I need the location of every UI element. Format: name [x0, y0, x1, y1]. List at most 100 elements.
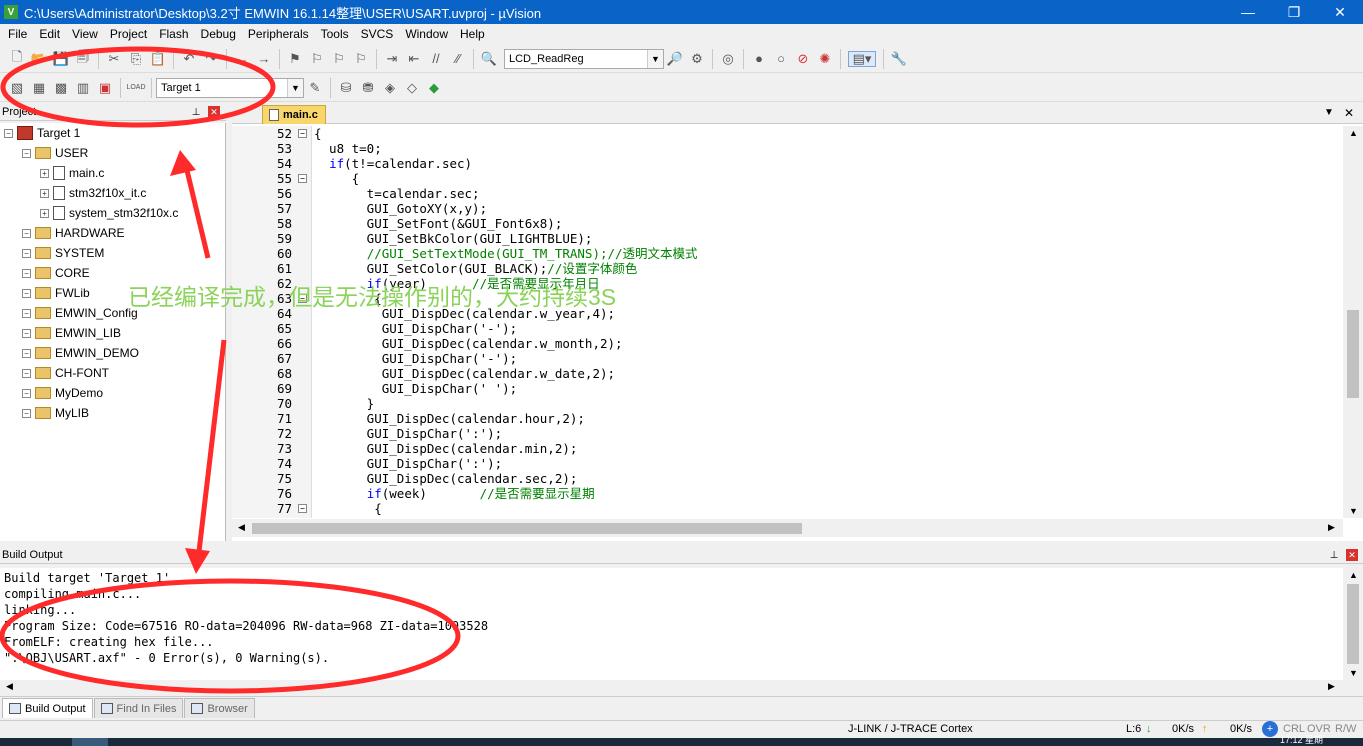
- menu-item-file[interactable]: File: [2, 27, 33, 41]
- bookmark-icon[interactable]: ⚑: [287, 51, 303, 67]
- tab-main-c[interactable]: main.c: [262, 105, 326, 124]
- nav-forward-icon[interactable]: →: [256, 51, 272, 67]
- code-line[interactable]: 71 GUI_DispDec(calendar.hour,2);: [232, 411, 1342, 426]
- menu-item-tools[interactable]: Tools: [315, 27, 355, 41]
- tree-item-emwin-lib[interactable]: − EMWIN_LIB: [22, 323, 121, 343]
- tree-item-ch-font[interactable]: − CH-FONT: [22, 363, 109, 383]
- code-line[interactable]: 54 if(t!=calendar.sec): [232, 156, 1342, 171]
- fold-toggle-icon[interactable]: −: [298, 174, 307, 183]
- code-line[interactable]: 67 GUI_DispChar('-');: [232, 351, 1342, 366]
- debug-start-icon[interactable]: ◎: [720, 51, 736, 67]
- code-line[interactable]: 69 GUI_DispChar(' ');: [232, 381, 1342, 396]
- tree-item-target-1[interactable]: − Target 1: [4, 123, 80, 143]
- bookmark-next-icon[interactable]: ⚐: [331, 51, 347, 67]
- menu-item-svcs[interactable]: SVCS: [355, 27, 400, 41]
- code-line[interactable]: 53 u8 t=0;: [232, 141, 1342, 156]
- paste-icon[interactable]: 📋: [150, 51, 166, 67]
- scroll-left-icon[interactable]: ◀: [238, 522, 245, 533]
- cut-icon[interactable]: ✂: [106, 51, 122, 67]
- build-output-text[interactable]: Build target 'Target 1' compiling main.c.…: [0, 568, 1343, 680]
- scroll-up-icon[interactable]: ▲: [1349, 570, 1358, 580]
- tab-build-output[interactable]: Build Output: [2, 698, 93, 718]
- expand-toggle-icon[interactable]: −: [22, 308, 31, 318]
- bookmark-prev-icon[interactable]: ⚐: [309, 51, 325, 67]
- target-options-icon[interactable]: ✎: [307, 80, 323, 96]
- tab-list-dropdown-icon[interactable]: ▼: [1324, 107, 1334, 118]
- nav-back-icon[interactable]: ←: [234, 51, 250, 67]
- output-horizontal-scrollbar[interactable]: ◀ ▶: [0, 680, 1343, 694]
- select-packs-icon[interactable]: ◈: [382, 80, 398, 96]
- code-line[interactable]: 74 GUI_DispChar(':');: [232, 456, 1342, 471]
- open-folder-icon[interactable]: 📂: [31, 51, 47, 67]
- uncomment-icon[interactable]: ∕∕: [450, 51, 466, 67]
- tree-item-hardware[interactable]: − HARDWARE: [22, 223, 125, 243]
- output-vertical-scrollbar[interactable]: ▲ ▼: [1343, 568, 1363, 680]
- expand-toggle-icon[interactable]: −: [22, 148, 31, 158]
- minimize-button[interactable]: —: [1225, 0, 1271, 24]
- code-line[interactable]: 70 }: [232, 396, 1342, 411]
- code-line[interactable]: 65 GUI_DispChar('-');: [232, 321, 1342, 336]
- save-icon[interactable]: 💾: [53, 51, 69, 67]
- code-line[interactable]: 61 GUI_SetColor(GUI_BLACK);//设置字体颜色: [232, 261, 1342, 276]
- copy-icon[interactable]: ⎘: [128, 51, 144, 67]
- code-area[interactable]: 52−{53 u8 t=0; 54 if(t!=calendar.sec) 55− …: [232, 126, 1342, 518]
- expand-toggle-icon[interactable]: +: [40, 188, 49, 198]
- fold-toggle-icon[interactable]: −: [298, 129, 307, 138]
- menu-item-edit[interactable]: Edit: [33, 27, 66, 41]
- code-line[interactable]: 75 GUI_DispDec(calendar.sec,2);: [232, 471, 1342, 486]
- code-line[interactable]: 52−{: [232, 126, 1342, 141]
- close-icon[interactable]: ✕: [1344, 106, 1354, 120]
- manage-components-icon[interactable]: ⛃: [360, 80, 376, 96]
- code-line[interactable]: 60 //GUI_SetTextMode(GUI_TM_TRANS);//透明文…: [232, 246, 1342, 261]
- menu-item-flash[interactable]: Flash: [153, 27, 194, 41]
- expand-toggle-icon[interactable]: −: [22, 228, 31, 238]
- code-line[interactable]: 66 GUI_DispDec(calendar.w_month,2);: [232, 336, 1342, 351]
- menu-item-debug[interactable]: Debug: [195, 27, 242, 41]
- breakpoint-disable-icon[interactable]: ○: [773, 51, 789, 67]
- taskbar-clock[interactable]: 17:12 星期: [1280, 735, 1323, 745]
- expand-toggle-icon[interactable]: −: [4, 128, 13, 138]
- expand-toggle-icon[interactable]: −: [22, 408, 31, 418]
- code-line[interactable]: 55− {: [232, 171, 1342, 186]
- pack-installer-icon[interactable]: ◇: [404, 80, 420, 96]
- window-layout-icon[interactable]: ▤▾: [848, 50, 876, 67]
- menu-item-project[interactable]: Project: [104, 27, 153, 41]
- pin-icon[interactable]: ⊥: [1328, 549, 1340, 561]
- code-line[interactable]: 76 if(week) //是否需要显示星期: [232, 486, 1342, 501]
- editor-horizontal-scrollbar[interactable]: ◀ ▶: [232, 519, 1343, 537]
- pin-icon[interactable]: ⊥: [190, 106, 202, 118]
- scroll-left-icon[interactable]: ◀: [6, 681, 13, 692]
- code-line[interactable]: 57 GUI_GotoXY(x,y);: [232, 201, 1342, 216]
- scroll-thumb[interactable]: [252, 523, 802, 534]
- editor-vertical-scrollbar[interactable]: ▲ ▼: [1343, 126, 1363, 518]
- scroll-right-icon[interactable]: ▶: [1328, 681, 1335, 692]
- tree-item-fwlib[interactable]: − FWLib: [22, 283, 90, 303]
- file-extensions-icon[interactable]: ⛁: [338, 80, 354, 96]
- build-icon[interactable]: ▦: [31, 80, 47, 96]
- batch-build-icon[interactable]: ▥: [75, 80, 91, 96]
- code-line[interactable]: 72 GUI_DispChar(':');: [232, 426, 1342, 441]
- scroll-thumb[interactable]: [1347, 584, 1359, 664]
- unindent-icon[interactable]: ⇤: [406, 51, 422, 67]
- close-icon[interactable]: ✕: [1346, 549, 1358, 561]
- scroll-down-icon[interactable]: ▼: [1349, 668, 1358, 678]
- scroll-up-icon[interactable]: ▲: [1349, 128, 1358, 138]
- chevron-down-icon[interactable]: ▼: [647, 49, 663, 68]
- scroll-thumb[interactable]: [1347, 310, 1359, 398]
- code-line[interactable]: 56 t=calendar.sec;: [232, 186, 1342, 201]
- code-line[interactable]: 77− {: [232, 501, 1342, 516]
- code-line[interactable]: 73 GUI_DispDec(calendar.min,2);: [232, 441, 1342, 456]
- tree-item-user[interactable]: − USER: [22, 143, 88, 163]
- tree-item-mylib[interactable]: − MyLIB: [22, 403, 89, 423]
- incremental-find-icon[interactable]: ⚙: [689, 51, 705, 67]
- tree-item-emwin-config[interactable]: − EMWIN_Config: [22, 303, 138, 323]
- close-icon[interactable]: ✕: [208, 106, 220, 118]
- scroll-down-icon[interactable]: ▼: [1349, 506, 1358, 516]
- breakpoint-kill-all-icon[interactable]: ✺: [817, 51, 833, 67]
- comment-icon[interactable]: //: [428, 51, 444, 67]
- rebuild-icon[interactable]: ▩: [53, 80, 69, 96]
- maximize-button[interactable]: ❐: [1271, 0, 1317, 24]
- tab-browser[interactable]: Browser: [184, 698, 255, 718]
- save-all-icon[interactable]: 🗐: [75, 49, 91, 67]
- function-combo[interactable]: LCD_ReadReg ▼: [504, 48, 664, 69]
